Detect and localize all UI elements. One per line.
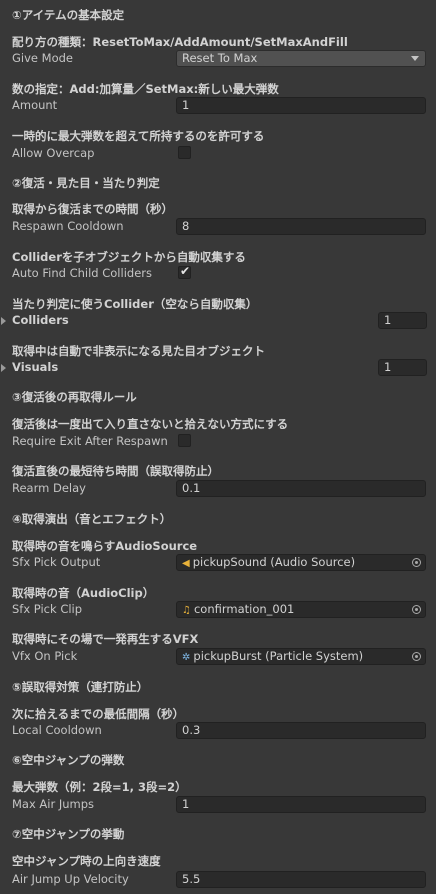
local-cooldown-tooltip: 次に拾えるまでの最低間隔（秒） <box>12 707 185 721</box>
visuals-foldout-arrow-icon[interactable] <box>1 364 6 372</box>
auto-find-tooltip: Colliderを子オブジェクトから自動収集する <box>12 250 246 264</box>
give-mode-value: Reset To Max <box>182 51 258 65</box>
give-mode-label: Give Mode <box>12 51 73 65</box>
sfx-output-value: pickupSound (Audio Source) <box>192 555 356 569</box>
section-header-anti-spam: ⑤誤取得対策（連打防止） <box>12 680 149 694</box>
respawn-cooldown-field[interactable]: 8 <box>176 218 426 235</box>
amount-field[interactable]: 1 <box>176 97 426 114</box>
inspector-panel: ①アイテムの基本設定 配り方の種類：ResetToMax/AddAmount/S… <box>0 0 436 894</box>
vfx-object-field[interactable]: ✲ pickupBurst (Particle System) <box>176 648 426 665</box>
give-mode-tooltip: 配り方の種類：ResetToMax/AddAmount/SetMaxAndFil… <box>12 35 348 49</box>
max-air-jumps-label: Max Air Jumps <box>12 797 95 811</box>
respawn-cooldown-label: Respawn Cooldown <box>12 219 124 233</box>
colliders-label[interactable]: Colliders <box>12 313 69 327</box>
visuals-tooltip: 取得中は自動で非表示になる見た目オブジェクト <box>12 344 265 358</box>
object-picker-icon[interactable] <box>412 652 421 661</box>
require-exit-label: Require Exit After Respawn <box>12 434 168 448</box>
sfx-output-object-field[interactable]: ◀ pickupSound (Audio Source) <box>176 554 426 571</box>
air-jump-up-field[interactable]: 5.5 <box>176 871 426 888</box>
object-picker-icon[interactable] <box>412 605 421 614</box>
particle-system-icon: ✲ <box>182 652 191 663</box>
vfx-value: pickupBurst (Particle System) <box>193 649 364 663</box>
local-cooldown-label: Local Cooldown <box>12 723 102 737</box>
rearm-delay-label: Rearm Delay <box>12 481 86 495</box>
section-header-basic: ①アイテムの基本設定 <box>12 8 125 22</box>
auto-find-label: Auto Find Child Colliders <box>12 266 152 280</box>
audio-clip-icon: ♫ <box>182 605 191 616</box>
auto-find-checkbox[interactable]: ✔ <box>178 264 191 279</box>
object-picker-icon[interactable] <box>412 558 421 567</box>
chevron-down-icon <box>411 56 419 61</box>
max-air-jumps-field[interactable]: 1 <box>176 796 426 813</box>
colliders-tooltip: 当たり判定に使うCollider（空なら自動収集） <box>12 297 258 311</box>
vfx-label: Vfx On Pick <box>12 649 78 663</box>
local-cooldown-field[interactable]: 0.3 <box>176 722 426 739</box>
max-air-jumps-tooltip: 最大弾数（例：2段=1, 3段=2） <box>12 780 187 794</box>
section-header-reacquire: ③復活後の再取得ルール <box>12 390 137 404</box>
rearm-delay-field[interactable]: 0.1 <box>176 480 426 497</box>
require-exit-tooltip: 復活後は一度出て入り直さないと拾えない方式にする <box>12 417 289 431</box>
allow-overcap-tooltip: 一時的に最大弾数を超えて所持するのを許可する <box>12 129 265 143</box>
air-jump-up-tooltip: 空中ジャンプ時の上向き速度 <box>12 854 161 868</box>
audio-source-icon: ◀ <box>182 558 190 569</box>
give-mode-dropdown[interactable]: Reset To Max <box>176 50 426 67</box>
sfx-clip-tooltip: 取得時の音（AudioClip） <box>12 586 155 600</box>
section-header-air-jump-behavior: ⑦空中ジャンプの挙動 <box>12 827 125 841</box>
air-jump-up-label: Air Jump Up Velocity <box>12 872 129 886</box>
visuals-size-field[interactable]: 1 <box>378 359 427 376</box>
allow-overcap-label: Allow Overcap <box>12 146 95 160</box>
vfx-tooltip: 取得時にその場で一発再生するVFX <box>12 632 199 646</box>
section-header-effects: ④取得演出（音とエフェクト） <box>12 512 172 526</box>
visuals-label[interactable]: Visuals <box>12 360 58 374</box>
colliders-foldout-arrow-icon[interactable] <box>1 317 6 325</box>
amount-tooltip: 数の指定：Add:加算量／SetMax:新しい最大弾数 <box>12 82 279 96</box>
allow-overcap-checkbox[interactable] <box>178 146 191 159</box>
sfx-output-label: Sfx Pick Output <box>12 555 101 569</box>
sfx-clip-object-field[interactable]: ♫ confirmation_001 <box>176 601 426 618</box>
respawn-cooldown-tooltip: 取得から復活までの時間（秒） <box>12 202 173 216</box>
section-header-air-jump-count: ⑥空中ジャンプの弾数 <box>12 753 125 767</box>
amount-label: Amount <box>12 98 58 112</box>
sfx-clip-value: confirmation_001 <box>193 602 295 616</box>
colliders-size-field[interactable]: 1 <box>378 312 427 329</box>
section-header-respawn: ②復活・見た目・当たり判定 <box>12 176 160 190</box>
rearm-delay-tooltip: 復活直後の最短待ち時間（誤取得防止） <box>12 464 219 478</box>
require-exit-checkbox[interactable] <box>178 434 191 447</box>
sfx-clip-label: Sfx Pick Clip <box>12 602 83 616</box>
checkmark-icon: ✔ <box>180 264 191 278</box>
sfx-output-tooltip: 取得時の音を鳴らすAudioSource <box>12 539 198 553</box>
